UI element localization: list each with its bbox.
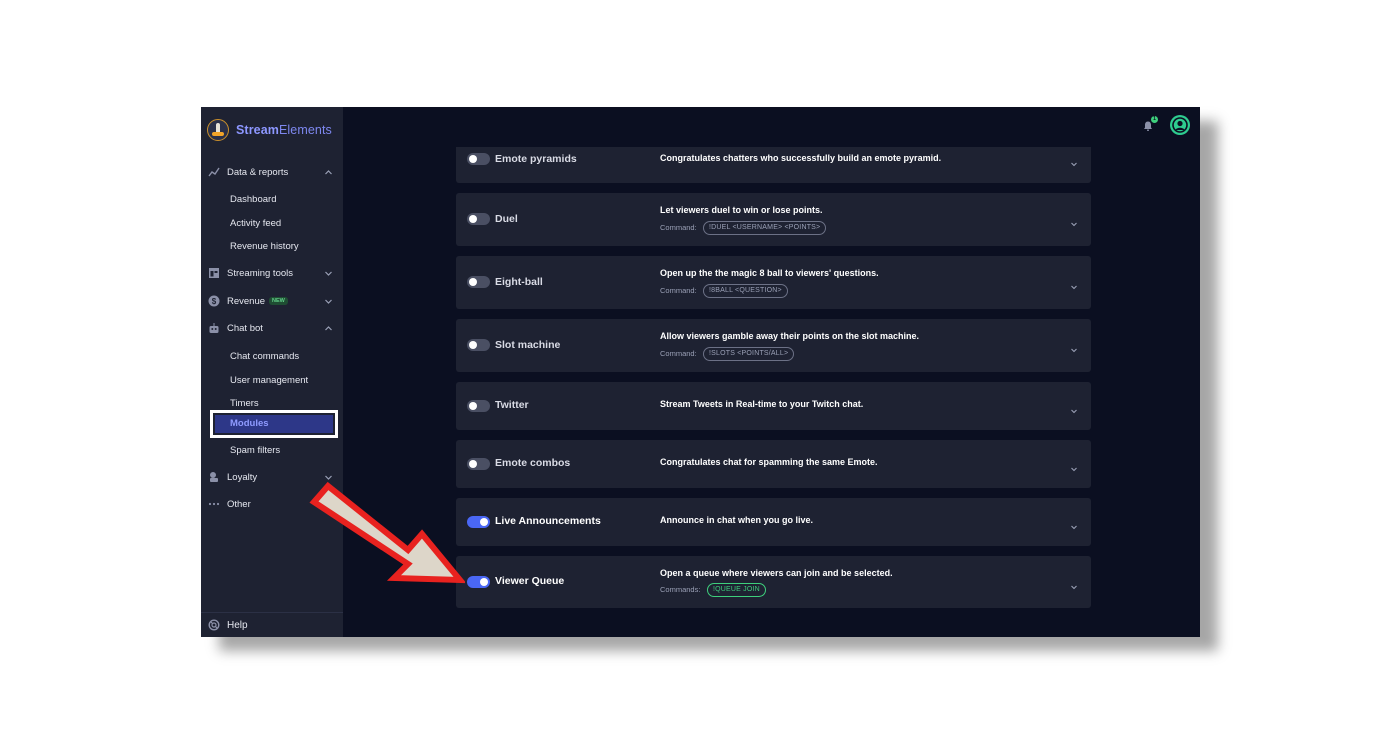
sidebar-group-streaming-tools[interactable]: Streaming tools — [201, 262, 343, 284]
module-toggle[interactable] — [467, 339, 490, 351]
chevron-down-icon — [324, 269, 333, 278]
sidebar-group-label: Loyalty — [227, 471, 258, 483]
sidebar-group-revenue[interactable]: $ Revenue NEW — [201, 290, 343, 312]
robot-icon — [208, 322, 220, 334]
command-label: Command: — [660, 223, 697, 232]
module-description: Congratulates chat for spamming the same… — [660, 457, 878, 467]
sidebar-item-dashboard[interactable]: Dashboard — [230, 194, 276, 205]
brand-logo[interactable]: StreamElements — [207, 119, 332, 141]
module-toggle[interactable] — [467, 213, 490, 225]
sidebar-item-label: Modules — [230, 418, 269, 429]
notifications-bell-icon[interactable]: 1 — [1142, 116, 1158, 131]
module-card-duel: Duel Let viewers duel to win or lose poi… — [456, 193, 1091, 246]
module-card-emote-combos: Emote combos Congratulates chat for spam… — [456, 440, 1091, 488]
trend-chart-icon — [208, 166, 220, 178]
module-name: Emote combos — [495, 457, 571, 469]
module-name: Viewer Queue — [495, 575, 565, 587]
chevron-down-icon[interactable] — [1070, 215, 1078, 227]
chevron-down-icon[interactable] — [1070, 402, 1078, 414]
sidebar-group-data-reports[interactable]: Data & reports — [201, 161, 343, 183]
module-description: Open up the the magic 8 ball to viewers'… — [660, 268, 879, 278]
sidebar-item-modules[interactable]: Modules — [210, 410, 338, 438]
module-description: Announce in chat when you go live. — [660, 515, 814, 525]
sidebar-item-timers[interactable]: Timers — [230, 398, 259, 409]
module-card-eight-ball: Eight-ball Open up the the magic 8 ball … — [456, 256, 1091, 309]
chevron-down-icon[interactable] — [1070, 155, 1078, 167]
sidebar-item-spam-filters[interactable]: Spam filters — [230, 445, 280, 456]
trophy-icon — [208, 471, 220, 483]
module-name: Twitter — [495, 399, 529, 411]
module-toggle[interactable] — [467, 153, 490, 165]
command-pill: !SLOTS <POINTS/ALL> — [703, 347, 795, 361]
toggle-knob — [480, 578, 488, 586]
toggle-knob — [469, 402, 477, 410]
module-toggle[interactable] — [467, 400, 490, 412]
sidebar-group-label: Data & reports — [227, 166, 289, 178]
sidebar-item-activity-feed[interactable]: Activity feed — [230, 218, 281, 229]
help-lifebuoy-icon — [208, 619, 220, 631]
toggle-knob — [469, 278, 477, 286]
module-name: Slot machine — [495, 339, 561, 351]
module-description: Open a queue where viewers can join and … — [660, 568, 893, 578]
chevron-up-icon — [324, 168, 333, 177]
toggle-knob — [469, 460, 477, 468]
dollar-icon: $ — [208, 295, 220, 307]
sidebar-item-chat-commands[interactable]: Chat commands — [230, 351, 299, 362]
module-card-viewer-queue: Viewer Queue Open a queue where viewers … — [456, 556, 1091, 608]
module-description: Stream Tweets in Real-time to your Twitc… — [660, 399, 864, 409]
chevron-down-icon[interactable] — [1070, 578, 1078, 590]
command-pill: !QUEUE JOIN — [707, 583, 766, 597]
module-description: Allow viewers gamble away their points o… — [660, 331, 920, 341]
toggle-knob — [469, 215, 477, 223]
help-link[interactable]: Help — [201, 612, 343, 637]
sidebar-group-label: Chat bot — [227, 322, 263, 334]
module-description: Congratulates chatters who successfully … — [660, 153, 942, 163]
command-label: Commands: — [660, 585, 701, 594]
brand-name: StreamElements — [236, 123, 332, 137]
command-pill: !DUEL <USERNAME> <POINTS> — [703, 221, 827, 235]
more-dots-icon — [208, 498, 220, 510]
command-pill: !8BALL <QUESTION> — [703, 284, 788, 298]
chevron-up-icon — [324, 324, 333, 333]
chevron-down-icon[interactable] — [1070, 278, 1078, 290]
chevron-down-icon[interactable] — [1070, 518, 1078, 530]
user-avatar[interactable] — [1170, 115, 1190, 135]
module-toggle[interactable] — [467, 276, 490, 288]
sidebar-group-label: Streaming tools — [227, 267, 294, 279]
sidebar-item-user-management[interactable]: User management — [230, 375, 308, 386]
sidebar-group-label: Revenue NEW — [227, 296, 288, 307]
user-icon — [1172, 117, 1188, 133]
command-label: Command: — [660, 286, 697, 295]
annotation-arrow-icon — [309, 481, 465, 584]
toggle-knob — [469, 155, 477, 163]
layout-icon — [208, 267, 220, 279]
streamelements-logo-icon — [207, 119, 229, 141]
sidebar-group-chat-bot[interactable]: Chat bot — [201, 317, 343, 339]
module-card-slot-machine: Slot machine Allow viewers gamble away t… — [456, 319, 1091, 372]
chevron-down-icon — [324, 297, 333, 306]
module-name: Live Announcements — [495, 515, 601, 527]
module-name: Emote pyramids — [495, 153, 577, 165]
toggle-knob — [480, 518, 488, 526]
chevron-down-icon[interactable] — [1070, 460, 1078, 472]
notification-count-badge: 1 — [1151, 116, 1158, 123]
module-toggle[interactable] — [467, 576, 490, 588]
module-toggle[interactable] — [467, 458, 490, 470]
command-label: Command: — [660, 349, 697, 358]
module-description: Let viewers duel to win or lose points. — [660, 205, 823, 215]
module-name: Eight-ball — [495, 276, 543, 288]
module-name: Duel — [495, 213, 518, 225]
chevron-down-icon[interactable] — [1070, 341, 1078, 353]
module-card-live-announcements: Live Announcements Announce in chat when… — [456, 498, 1091, 546]
new-badge: NEW — [269, 296, 288, 305]
help-label: Help — [227, 619, 248, 631]
module-toggle[interactable] — [467, 516, 490, 528]
module-card-twitter: Twitter Stream Tweets in Real-time to yo… — [456, 382, 1091, 430]
toggle-knob — [469, 341, 477, 349]
module-card-emote-pyramids: Emote pyramids Congratulates chatters wh… — [456, 147, 1091, 183]
sidebar-group-label: Other — [227, 498, 251, 510]
svg-text:$: $ — [212, 297, 217, 306]
sidebar-item-revenue-history[interactable]: Revenue history — [230, 241, 299, 252]
